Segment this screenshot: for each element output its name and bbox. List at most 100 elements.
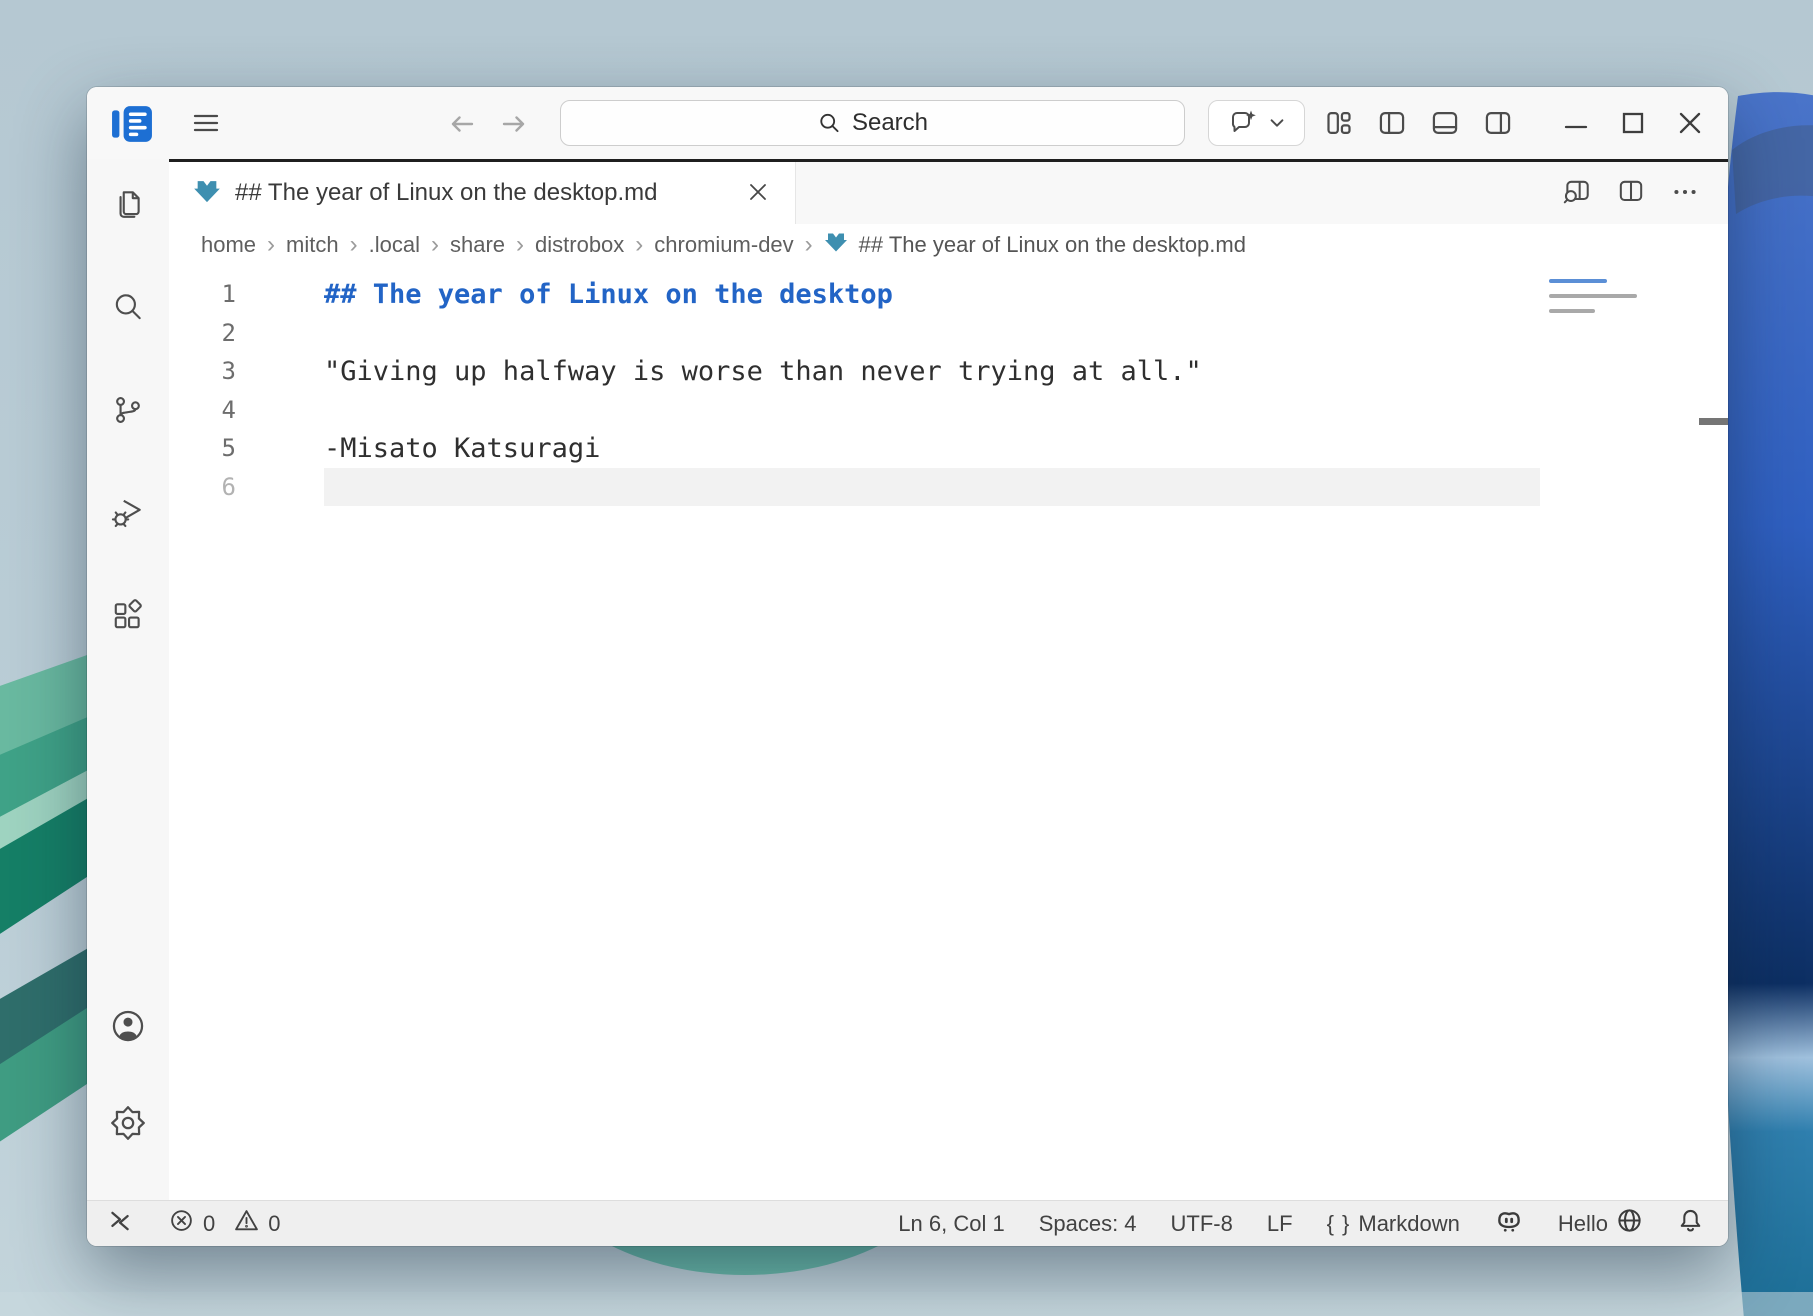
minimize-button[interactable] (1554, 101, 1598, 145)
code-text (324, 314, 1540, 353)
sidebar-right-icon (1484, 109, 1512, 137)
breadcrumb-dirs: home›mitch›.local›share›distrobox›chromi… (201, 231, 813, 259)
gear-icon (110, 1105, 146, 1144)
minimap-line (1549, 279, 1607, 283)
line-number: 5 (169, 434, 274, 462)
files-icon (111, 187, 145, 224)
search-placeholder: Search (852, 109, 928, 137)
status-bar: 0 0 Ln 6, Col 1 Spaces: 4 UTF-8 LF { } Ma… (87, 1200, 1728, 1246)
activity-bar-bottom (110, 1008, 146, 1144)
breadcrumb-item[interactable]: .local (369, 232, 420, 258)
close-tab-button[interactable] (741, 176, 775, 210)
breadcrumb-item[interactable]: chromium-dev (654, 232, 793, 258)
warning-triangle-icon (234, 1208, 259, 1239)
language-status[interactable]: { } Markdown (1327, 1211, 1460, 1237)
editor-actions (1558, 162, 1728, 224)
eol-status[interactable]: LF (1267, 1211, 1293, 1237)
toggle-secondary-sidebar-button[interactable] (1482, 107, 1514, 139)
minimap-line (1549, 294, 1637, 298)
menu-button[interactable] (191, 108, 221, 138)
editor-line: 6 (169, 468, 1728, 507)
titlebar: Search (87, 87, 1728, 159)
settings-button[interactable] (110, 1105, 146, 1144)
editor-line: 4 (169, 391, 1728, 430)
breadcrumb-separator: › (350, 231, 358, 259)
editor-line: 1 ## The year of Linux on the desktop (169, 275, 1728, 314)
encoding-label: UTF-8 (1171, 1211, 1233, 1237)
editor-lines: 1 ## The year of Linux on the desktop 2 3"G… (169, 275, 1728, 506)
split-editor-button[interactable] (1612, 174, 1650, 212)
search-input[interactable]: Search (560, 100, 1185, 146)
source-control-icon (111, 393, 145, 430)
sidebar-item-explorer[interactable] (111, 187, 145, 224)
close-button[interactable] (1668, 101, 1712, 145)
language-label: Markdown (1358, 1211, 1459, 1237)
editor[interactable]: 1 ## The year of Linux on the desktop 2 3"G… (169, 266, 1728, 1200)
tab-markdown-file[interactable]: ## The year of Linux on the desktop.md (169, 162, 796, 224)
profile-status[interactable]: Hello (1558, 1207, 1643, 1240)
copilot-icon (1494, 1206, 1524, 1242)
breadcrumb-item[interactable]: distrobox (535, 232, 624, 258)
sidebar-item-source-control[interactable] (111, 393, 145, 430)
code-text (324, 468, 1540, 507)
toggle-primary-sidebar-button[interactable] (1376, 107, 1408, 139)
sidebar-item-extensions[interactable] (111, 599, 145, 636)
line-number: 1 (169, 280, 274, 308)
panel-bottom-icon (1431, 109, 1459, 137)
breadcrumb-separator: › (431, 231, 439, 259)
line-number: 6 (169, 473, 274, 501)
remote-indicator[interactable] (107, 1208, 133, 1240)
code-text: ## The year of Linux on the desktop (324, 275, 1540, 314)
eol-label: LF (1267, 1211, 1293, 1237)
status-bar-right: Ln 6, Col 1 Spaces: 4 UTF-8 LF { } Markdo… (898, 1206, 1704, 1242)
account-icon (110, 1008, 146, 1047)
breadcrumb-file[interactable]: ## The year of Linux on the desktop.md (859, 232, 1246, 258)
encoding-status[interactable]: UTF-8 (1171, 1211, 1233, 1237)
copilot-chat-button[interactable] (1208, 100, 1305, 146)
error-circle-icon (169, 1208, 194, 1239)
ellipsis-icon (1670, 177, 1700, 210)
forward-button[interactable] (499, 109, 529, 139)
more-actions-button[interactable] (1666, 174, 1704, 212)
arrow-right-icon (499, 109, 529, 139)
desktop: { "titlebar": { "search_placeholder": "S… (0, 0, 1813, 1316)
editor-line: 5-Misato Katsuragi (169, 429, 1728, 468)
code-text (324, 391, 1540, 430)
app-window: Search (87, 87, 1728, 1246)
split-editor-icon (1616, 177, 1646, 210)
problems-status[interactable]: 0 0 (169, 1208, 281, 1239)
sidebar-left-icon (1378, 109, 1406, 137)
sidebar-item-search[interactable] (111, 290, 145, 327)
toggle-panel-button[interactable] (1429, 107, 1461, 139)
cursor-position-status[interactable]: Ln 6, Col 1 (898, 1211, 1004, 1237)
accounts-button[interactable] (110, 1008, 146, 1047)
maximize-icon (1620, 110, 1646, 136)
tab-bar: ## The year of Linux on the desktop.md (169, 162, 1728, 224)
editor-line: 2 (169, 314, 1728, 353)
status-bar-left: 0 0 (107, 1208, 281, 1240)
breadcrumb-separator: › (516, 231, 524, 259)
open-preview-button[interactable] (1558, 174, 1596, 212)
line-number: 3 (169, 357, 274, 385)
maximize-button[interactable] (1611, 101, 1655, 145)
indentation-status[interactable]: Spaces: 4 (1039, 1211, 1137, 1237)
line-number: 4 (169, 396, 274, 424)
customize-layout-button[interactable] (1323, 107, 1355, 139)
editor-line: 3"Giving up halfway is worse than never … (169, 352, 1728, 391)
layout-controls (1323, 107, 1514, 139)
line-number: 2 (169, 319, 274, 347)
editor-group: ## The year of Linux on the desktop.md h… (169, 159, 1728, 1200)
back-button[interactable] (447, 109, 477, 139)
breadcrumb: home›mitch›.local›share›distrobox›chromi… (169, 224, 1728, 266)
notifications-button[interactable] (1677, 1207, 1704, 1240)
overview-ruler-cursor-mark (1699, 418, 1728, 425)
breadcrumb-item[interactable]: home (201, 232, 256, 258)
copilot-status[interactable] (1494, 1206, 1524, 1242)
minimap[interactable] (1545, 277, 1640, 497)
search-icon (817, 111, 841, 135)
breadcrumb-item[interactable]: mitch (286, 232, 339, 258)
activity-bar (87, 159, 169, 1200)
breadcrumb-item[interactable]: share (450, 232, 505, 258)
sidebar-item-run-debug[interactable] (111, 496, 145, 533)
braces-icon: { } (1327, 1211, 1351, 1237)
